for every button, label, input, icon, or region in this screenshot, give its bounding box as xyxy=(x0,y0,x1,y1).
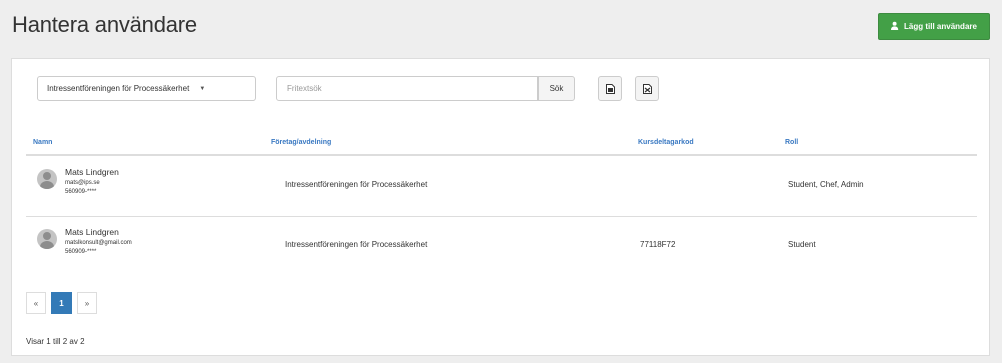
user-email: matslkonsult@gmail.com xyxy=(65,240,132,246)
results-summary: Visar 1 till 2 av 2 xyxy=(26,337,85,346)
excel-export-button[interactable] xyxy=(635,76,659,101)
user-plus-icon xyxy=(891,21,900,32)
pdf-export-icon xyxy=(605,83,615,94)
pagination-prev[interactable]: « xyxy=(26,292,46,314)
column-header-name[interactable]: Namn xyxy=(33,139,52,146)
user-name[interactable]: Mats Lindgren xyxy=(65,167,119,177)
column-header-code[interactable]: Kursdeltagarkod xyxy=(638,139,694,146)
user-email: mats@ips.se xyxy=(65,180,100,186)
pdf-export-button[interactable] xyxy=(598,76,622,101)
avatar xyxy=(37,169,57,189)
pagination-page-1[interactable]: 1 xyxy=(51,292,72,314)
user-code: 77118F72 xyxy=(640,240,676,249)
search-input[interactable] xyxy=(276,76,538,101)
header-divider xyxy=(26,154,977,156)
column-header-company[interactable]: Företag/avdelning xyxy=(271,139,331,146)
user-id-number: 560909-**** xyxy=(65,189,97,195)
caret-down-icon: ▼ xyxy=(199,85,206,92)
add-user-button[interactable]: Lägg till användare xyxy=(878,13,990,40)
user-role: Student, Chef, Admin xyxy=(788,180,864,189)
column-header-role[interactable]: Roll xyxy=(785,139,798,146)
add-user-label: Lägg till användare xyxy=(904,22,977,31)
search-button[interactable]: Sök xyxy=(538,76,575,101)
excel-export-icon xyxy=(642,83,652,94)
row-divider xyxy=(26,216,977,217)
user-company: Intressentföreningen för Processäkerhet xyxy=(285,180,428,189)
users-panel: Intressentföreningen för Processäkerhet … xyxy=(11,58,990,356)
pagination-next[interactable]: » xyxy=(77,292,97,314)
user-name[interactable]: Mats Lindgren xyxy=(65,227,119,237)
user-company: Intressentföreningen för Processäkerhet xyxy=(285,240,428,249)
page-title: Hantera användare xyxy=(12,12,197,37)
user-id-number: 560909-**** xyxy=(65,249,97,255)
organization-select[interactable]: Intressentföreningen för Processäkerhet … xyxy=(37,76,256,101)
avatar xyxy=(37,229,57,249)
user-role: Student xyxy=(788,240,816,249)
organization-select-value: Intressentföreningen för Processäkerhet xyxy=(47,84,190,93)
